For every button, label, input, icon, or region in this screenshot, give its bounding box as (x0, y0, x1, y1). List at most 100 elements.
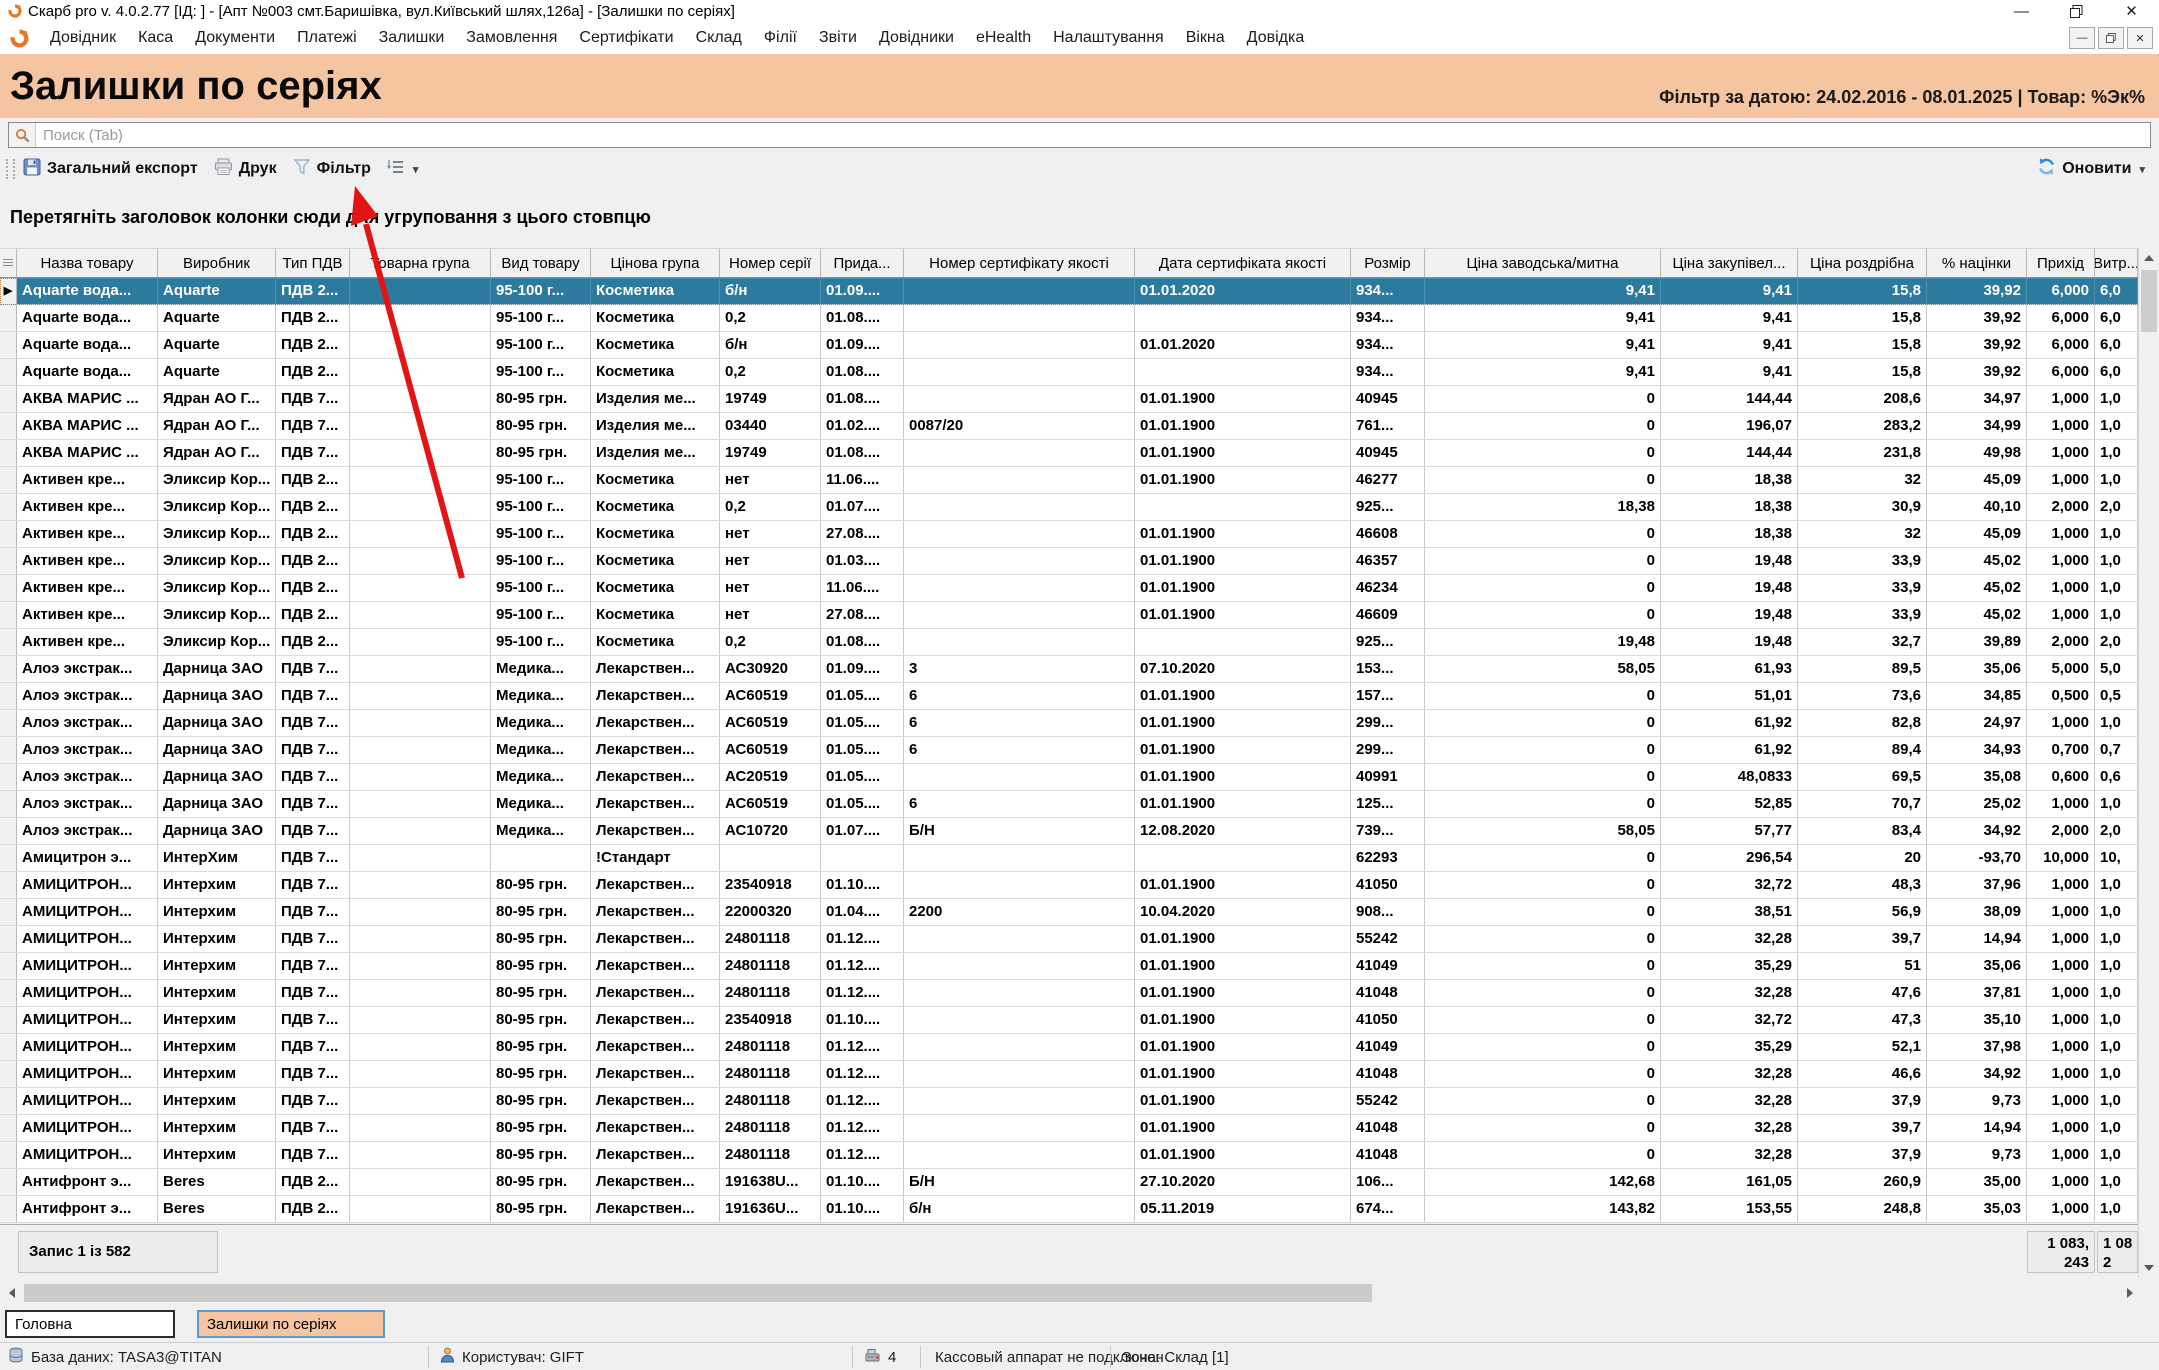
cell-series[interactable]: б/н (720, 278, 821, 304)
cell-expiry[interactable]: 01.03.... (821, 548, 904, 574)
export-button[interactable]: Загальний експорт (23, 158, 198, 181)
cell-name[interactable]: Антифронт э... (17, 1196, 158, 1222)
cell-out[interactable]: 2,0 (2095, 629, 2138, 655)
column-header-certnum[interactable]: Номер сертифікату якості (904, 249, 1135, 277)
cell-series[interactable]: 24801118 (720, 1115, 821, 1141)
close-button[interactable]: ✕ (2104, 0, 2159, 22)
cell-out[interactable]: 6,0 (2095, 278, 2138, 304)
cell-size[interactable]: 40945 (1351, 386, 1425, 412)
cell-markup[interactable]: 34,99 (1927, 413, 2027, 439)
cell-group[interactable] (350, 953, 491, 979)
cell-income[interactable]: 1,000 (2027, 1034, 2095, 1060)
cell-kind[interactable]: Медика... (491, 818, 591, 844)
cell-retail[interactable]: 283,2 (1798, 413, 1927, 439)
table-row[interactable]: АМИЦИТРОН...ИнтерхимПДВ 7...80-95 грн.Ле… (0, 953, 2138, 980)
cell-series[interactable]: 24801118 (720, 980, 821, 1006)
cell-retail[interactable]: 46,6 (1798, 1061, 1927, 1087)
cell-markup[interactable]: 45,09 (1927, 521, 2027, 547)
cell-kind[interactable]: Медика... (491, 791, 591, 817)
cell-size[interactable]: 40945 (1351, 440, 1425, 466)
table-row[interactable]: АКВА МАРИС ...Ядран АО Г...ПДВ 7...80-95… (0, 386, 2138, 413)
cell-kind[interactable]: 80-95 грн. (491, 953, 591, 979)
cell-expiry[interactable] (821, 845, 904, 871)
cell-name[interactable]: Активен кре... (17, 575, 158, 601)
cell-factory[interactable]: 9,41 (1425, 278, 1661, 304)
menu-ehealth[interactable]: eHealth (965, 22, 1042, 54)
maximize-button[interactable] (2049, 0, 2104, 22)
print-button[interactable]: Друк (214, 158, 277, 181)
cell-certnum[interactable] (904, 305, 1135, 331)
cell-retail[interactable]: 15,8 (1798, 278, 1927, 304)
cell-size[interactable]: 674... (1351, 1196, 1425, 1222)
cell-vat[interactable]: ПДВ 7... (276, 737, 350, 763)
cell-income[interactable]: 0,500 (2027, 683, 2095, 709)
cell-manuf[interactable]: Интерхим (158, 1034, 276, 1060)
cell-purchase[interactable]: 57,77 (1661, 818, 1798, 844)
cell-expiry[interactable]: 01.09.... (821, 656, 904, 682)
cell-manuf[interactable]: Aquarte (158, 278, 276, 304)
table-row[interactable]: АМИЦИТРОН...ИнтерхимПДВ 7...80-95 грн.Ле… (0, 1142, 2138, 1169)
cell-factory[interactable]: 0 (1425, 980, 1661, 1006)
menu-filii[interactable]: Філії (753, 22, 808, 54)
cell-certnum[interactable] (904, 440, 1135, 466)
cell-purchase[interactable]: 9,41 (1661, 332, 1798, 358)
cell-manuf[interactable]: Интерхим (158, 1115, 276, 1141)
cell-name[interactable]: АМИЦИТРОН... (17, 1088, 158, 1114)
cell-purchase[interactable]: 19,48 (1661, 548, 1798, 574)
cell-markup[interactable]: 14,94 (1927, 926, 2027, 952)
cell-kind[interactable]: Медика... (491, 764, 591, 790)
cell-name[interactable]: АМИЦИТРОН... (17, 1115, 158, 1141)
cell-out[interactable]: 0,7 (2095, 737, 2138, 763)
cell-retail[interactable]: 37,9 (1798, 1088, 1927, 1114)
cell-name[interactable]: Aquarte вода... (17, 332, 158, 358)
cell-name[interactable]: Активен кре... (17, 494, 158, 520)
cell-income[interactable]: 1,000 (2027, 791, 2095, 817)
cell-series[interactable]: 24801118 (720, 1034, 821, 1060)
cell-retail[interactable]: 89,4 (1798, 737, 1927, 763)
cell-group[interactable] (350, 710, 491, 736)
cell-income[interactable]: 1,000 (2027, 1142, 2095, 1168)
cell-size[interactable]: 925... (1351, 494, 1425, 520)
cell-series[interactable]: 191636U... (720, 1196, 821, 1222)
column-header-series[interactable]: Номер серії (720, 249, 821, 277)
cell-pricegroup[interactable]: Лекарствен... (591, 683, 720, 709)
table-row[interactable]: АМИЦИТРОН...ИнтерхимПДВ 7...80-95 грн.Ле… (0, 1007, 2138, 1034)
cell-manuf[interactable]: Дарница ЗАО (158, 683, 276, 709)
cell-markup[interactable]: 34,93 (1927, 737, 2027, 763)
cell-certdate[interactable] (1135, 359, 1351, 385)
table-row[interactable]: АМИЦИТРОН...ИнтерхимПДВ 7...80-95 грн.Ле… (0, 1061, 2138, 1088)
cell-group[interactable] (350, 926, 491, 952)
cell-size[interactable]: 934... (1351, 278, 1425, 304)
cell-pricegroup[interactable]: Лекарствен... (591, 980, 720, 1006)
cell-purchase[interactable]: 144,44 (1661, 386, 1798, 412)
cell-size[interactable]: 739... (1351, 818, 1425, 844)
cell-out[interactable]: 1,0 (2095, 1034, 2138, 1060)
cell-certdate[interactable] (1135, 305, 1351, 331)
table-row[interactable]: АМИЦИТРОН...ИнтерхимПДВ 7...80-95 грн.Ле… (0, 980, 2138, 1007)
column-header-income[interactable]: Прихід (2027, 249, 2095, 277)
cell-size[interactable]: 299... (1351, 737, 1425, 763)
cell-purchase[interactable]: 19,48 (1661, 629, 1798, 655)
cell-series[interactable]: б/н (720, 332, 821, 358)
cell-out[interactable]: 1,0 (2095, 791, 2138, 817)
cell-certdate[interactable]: 01.01.1900 (1135, 521, 1351, 547)
cell-expiry[interactable]: 01.12.... (821, 1061, 904, 1087)
cell-retail[interactable]: 32 (1798, 521, 1927, 547)
cell-manuf[interactable]: Дарница ЗАО (158, 737, 276, 763)
cell-series[interactable]: нет (720, 467, 821, 493)
cell-manuf[interactable]: Дарница ЗАО (158, 791, 276, 817)
cell-certnum[interactable] (904, 1034, 1135, 1060)
cell-kind[interactable]: 80-95 грн. (491, 440, 591, 466)
cell-series[interactable]: 24801118 (720, 1061, 821, 1087)
cell-markup[interactable]: 35,00 (1927, 1169, 2027, 1195)
cell-manuf[interactable]: Aquarte (158, 359, 276, 385)
cell-series[interactable]: 0,2 (720, 305, 821, 331)
menu-zvity[interactable]: Звіти (808, 22, 868, 54)
cell-retail[interactable]: 20 (1798, 845, 1927, 871)
cell-kind[interactable]: 80-95 грн. (491, 413, 591, 439)
cell-expiry[interactable]: 01.08.... (821, 386, 904, 412)
cell-markup[interactable]: 9,73 (1927, 1142, 2027, 1168)
cell-kind[interactable]: 80-95 грн. (491, 1196, 591, 1222)
cell-pricegroup[interactable]: Лекарствен... (591, 656, 720, 682)
cell-certdate[interactable]: 01.01.1900 (1135, 548, 1351, 574)
